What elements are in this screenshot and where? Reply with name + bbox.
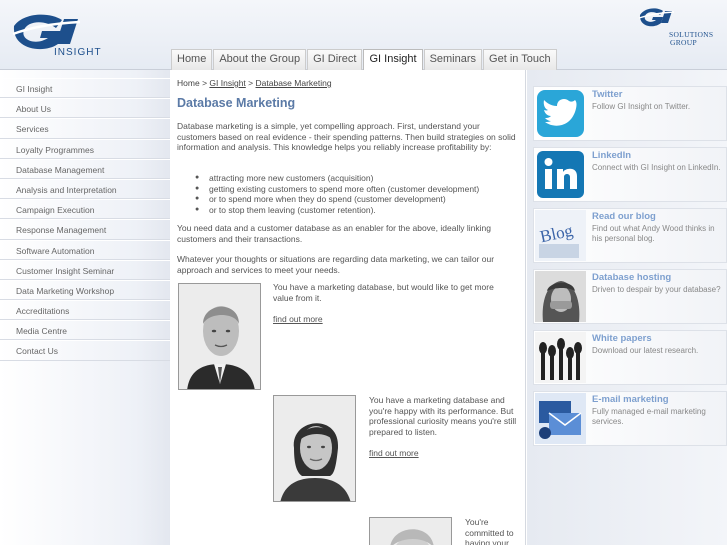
blog-icon: Blog (535, 210, 586, 261)
enabler-paragraph: You need data and a customer database as… (177, 223, 491, 244)
sidebar-item-response-management[interactable]: Response Management (0, 219, 170, 240)
profile-photo-third (369, 517, 452, 545)
profile-photo-man (178, 283, 261, 390)
gi-solutions-logo-mark (638, 8, 675, 27)
promo-column: Twitter Follow GI Insight on Twitter. Li… (527, 70, 727, 545)
main-content: Home > GI Insight > Database Marketing D… (171, 70, 526, 545)
list-item: attracting more new customers (acquisiti… (195, 173, 479, 184)
sidebar-item-campaign-execution[interactable]: Campaign Execution (0, 199, 170, 220)
sidebar-item-data-marketing-workshop[interactable]: Data Marketing Workshop (0, 279, 170, 301)
promo-description: Follow GI Insight on Twitter. (592, 102, 691, 111)
benefits-list: attracting more new customers (acquisiti… (195, 173, 479, 215)
breadcrumb-separator: > (202, 78, 208, 88)
sidebar-item-database-management[interactable]: Database Management (0, 158, 170, 179)
sidebar-item-accreditations[interactable]: Accreditations (0, 300, 170, 321)
promo-white-papers[interactable]: White papers Download our latest researc… (533, 330, 727, 385)
breadcrumb-gi-insight[interactable]: GI Insight (209, 78, 245, 88)
promo-linkedin[interactable]: LinkedIn Connect with GI Insight on Link… (533, 147, 727, 202)
profile-text-1: You have a marketing database, but would… (273, 282, 513, 325)
despair-photo-icon (535, 271, 586, 322)
main-nav: Home About the Group GI Direct GI Insigh… (171, 49, 558, 70)
gi-insight-logo[interactable]: INSIGHT (10, 10, 110, 60)
find-out-more-link[interactable]: find out more (369, 448, 521, 459)
intro-paragraph: Database marketing is a simple, yet comp… (177, 121, 516, 152)
page-title: Database Marketing (177, 96, 296, 110)
promo-blog[interactable]: Blog Read our blog Find out what Andy Wo… (533, 208, 727, 263)
profile-text-3: You're committed to having your (465, 517, 521, 545)
sidebar-menu: GI Insight About Us Services Loyalty Pro… (0, 78, 170, 361)
list-item: or to spend more when they do spend (cus… (195, 194, 479, 205)
promo-email-marketing[interactable]: E-mail marketing Fully managed e-mail ma… (533, 391, 727, 446)
promo-title: E-mail marketing (592, 394, 669, 405)
promo-description: Find out what Andy Wood thinks in his pe… (592, 224, 715, 243)
microphones-photo-icon (535, 332, 586, 383)
list-item: getting existing customers to spend more… (195, 184, 479, 195)
promo-twitter[interactable]: Twitter Follow GI Insight on Twitter. (533, 86, 727, 141)
promo-description: Fully managed e-mail marketing services. (592, 407, 706, 426)
page: INSIGHT SOLUTIONS GROUP Home About the G… (0, 0, 727, 545)
woman-portrait-image (274, 396, 355, 501)
sidebar-item-about-us[interactable]: About Us (0, 98, 170, 119)
tailor-paragraph: Whatever your thoughts or situations are… (177, 254, 495, 275)
twitter-bird-icon (535, 88, 586, 139)
nav-about-the-group[interactable]: About the Group (213, 49, 307, 70)
sidebar-item-analysis-interpretation[interactable]: Analysis and Interpretation (0, 178, 170, 200)
sidebar-item-customer-insight-seminar[interactable]: Customer Insight Seminar (0, 259, 170, 280)
breadcrumb-separator: > (248, 78, 254, 88)
breadcrumb-database-marketing[interactable]: Database Marketing (256, 78, 332, 88)
sidebar-item-contact-us[interactable]: Contact Us (0, 340, 170, 361)
nav-home[interactable]: Home (171, 49, 213, 70)
sidebar-item-software-automation[interactable]: Software Automation (0, 239, 170, 260)
profile-description: You have a marketing database and you're… (369, 395, 517, 437)
logo-insight-text: INSIGHT (54, 47, 102, 58)
nav-gi-insight[interactable]: GI Insight (363, 49, 423, 70)
third-portrait-image (370, 518, 451, 545)
sidebar-item-loyalty-programmes[interactable]: Loyalty Programmes (0, 138, 170, 159)
sidebar-item-gi-insight[interactable]: GI Insight (0, 78, 170, 99)
nav-seminars[interactable]: Seminars (423, 49, 483, 70)
email-photo-icon (535, 393, 586, 444)
sidebar: GI Insight About Us Services Loyalty Pro… (0, 70, 170, 545)
promo-title: Database hosting (592, 272, 672, 283)
profile-description: You have a marketing database, but would… (273, 282, 494, 303)
promo-description: Driven to despair by your database? (592, 285, 721, 294)
nav-get-in-touch[interactable]: Get in Touch (483, 49, 557, 70)
sidebar-item-media-centre[interactable]: Media Centre (0, 320, 170, 341)
promo-title: Read our blog (592, 211, 656, 222)
profile-photo-woman (273, 395, 356, 502)
profile-text-2: You have a marketing database and you're… (369, 395, 521, 459)
breadcrumb-home[interactable]: Home (177, 78, 200, 88)
promo-title: LinkedIn (592, 150, 632, 161)
profile-description: You're committed to having your (465, 517, 514, 545)
find-out-more-link[interactable]: find out more (273, 314, 513, 325)
nav-gi-direct[interactable]: GI Direct (307, 49, 363, 70)
list-item: or to stop them leaving (customer retent… (195, 205, 479, 216)
gi-solutions-group-logo[interactable]: SOLUTIONS GROUP (636, 5, 724, 47)
man-portrait-image (179, 284, 260, 389)
breadcrumb: Home > GI Insight > Database Marketing (177, 78, 332, 88)
site-header: INSIGHT SOLUTIONS GROUP Home About the G… (0, 0, 727, 70)
logo-group-text: GROUP (670, 38, 697, 47)
promo-description: Connect with GI Insight on LinkedIn. (592, 163, 721, 172)
promo-title: Twitter (592, 89, 623, 100)
promo-title: White papers (592, 333, 652, 344)
linkedin-icon (535, 149, 586, 200)
promo-description: Download our latest research. (592, 346, 699, 355)
promo-database-hosting[interactable]: Database hosting Driven to despair by yo… (533, 269, 727, 324)
sidebar-item-services[interactable]: Services (0, 118, 170, 139)
